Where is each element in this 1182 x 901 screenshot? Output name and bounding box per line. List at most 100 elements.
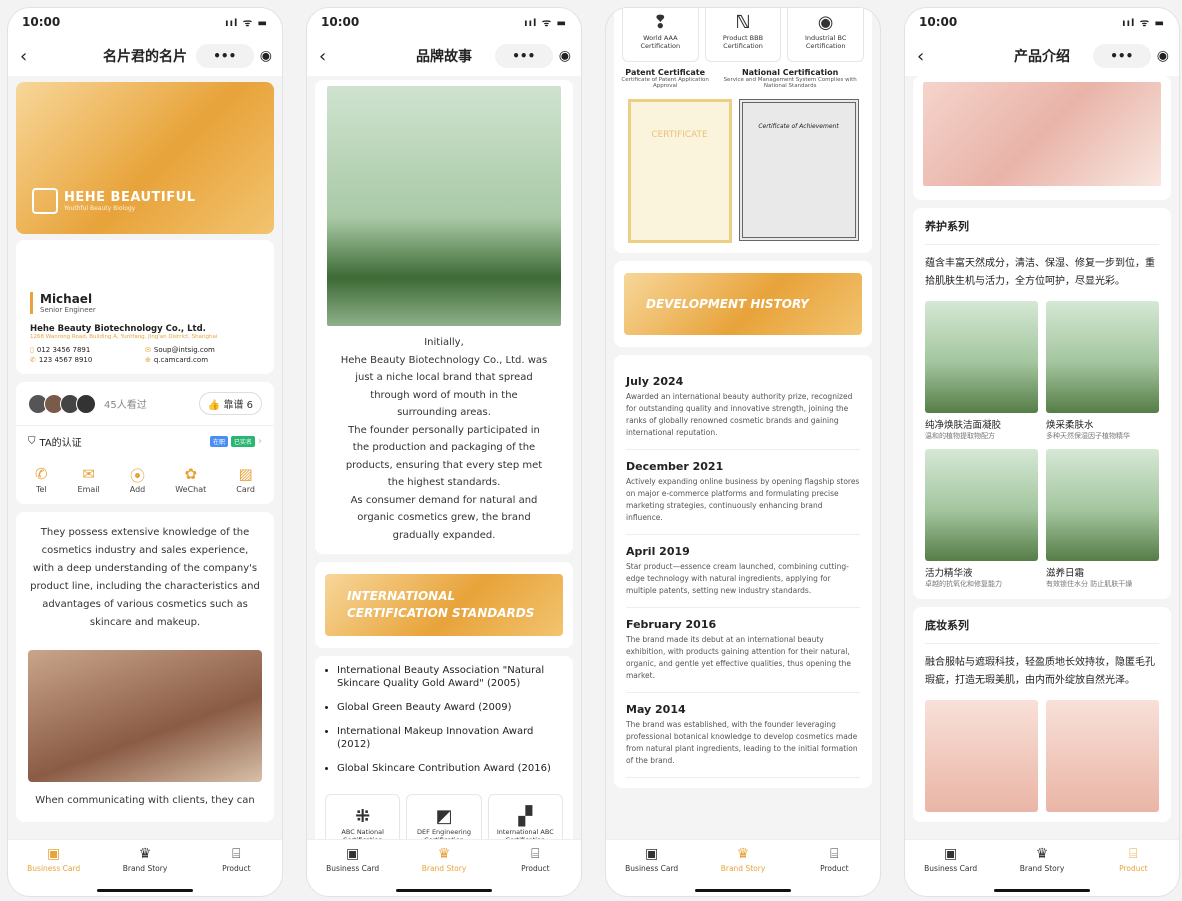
- website[interactable]: ⊕ q.camcard.com: [145, 356, 260, 364]
- back-icon[interactable]: ‹: [917, 46, 924, 67]
- company-address: 1268 Wanrong Road, Building A, Yuntfang,…: [30, 334, 218, 340]
- tab-business-card[interactable]: ▣ Business Card: [8, 840, 99, 896]
- person-name: Michael: [40, 292, 93, 306]
- product-image: [1046, 301, 1159, 413]
- tab-business-card[interactable]: ▣ Business Card: [606, 840, 697, 896]
- history-entry: February 2016 The brand made its debut at…: [626, 608, 860, 693]
- capsule-menu[interactable]: •••: [195, 44, 254, 68]
- history-entry: July 2024 Awarded an international beauty…: [626, 365, 860, 450]
- more-icon[interactable]: •••: [213, 49, 236, 63]
- status-time: 10:00: [22, 15, 61, 29]
- phone-icon: ✆: [30, 356, 36, 364]
- phone-brand-story-scrolled: ❢ World AAA Certification ℕ Product BBB Cer…: [606, 8, 880, 896]
- product-item[interactable]: 纯净焕肤洁面凝胶 温和的植物提取物配方: [925, 301, 1038, 441]
- story-image: [327, 86, 561, 326]
- like-button[interactable]: 👍 靠谱 6: [198, 392, 262, 415]
- certification-name: World AAA Certification: [640, 34, 681, 50]
- tab-bar: ▣ Business Card ♛ Brand Story ⌸ Product: [905, 839, 1179, 896]
- card-icon: ▣: [645, 846, 659, 862]
- email[interactable]: ✉ Soup@intsig.com: [145, 346, 260, 354]
- close-icon[interactable]: ◉: [559, 48, 571, 64]
- employed-badge: 在职: [209, 436, 228, 447]
- tab-business-card[interactable]: ▣ Business Card: [905, 840, 996, 896]
- product-image[interactable]: [925, 700, 1038, 812]
- close-icon[interactable]: ◉: [1157, 48, 1169, 64]
- history-entry: April 2019 Star product—essence cream lau…: [626, 535, 860, 608]
- back-icon[interactable]: ‹: [319, 46, 326, 67]
- national-certificate-image[interactable]: Certificate of Achievement: [738, 99, 859, 241]
- phone-2[interactable]: ✆ 123 4567 8910: [30, 356, 145, 364]
- phone-product: 10:00 ııl ᯤ ▬ ‹ 产品介绍 ••• ◉ 养护系列 蕴含丰富天然成分，清…: [905, 8, 1179, 896]
- action-label: Card: [236, 485, 255, 494]
- award-item: Global Skincare Contribution Award (2016…: [337, 762, 561, 775]
- globe-icon: ⊕: [145, 356, 151, 364]
- tab-product[interactable]: ⌸ Product: [789, 840, 880, 896]
- person-title: Senior Engineer: [40, 306, 96, 314]
- product-item[interactable]: 焕采柔肤水 多种天然保湿因子植物精华: [1046, 301, 1159, 441]
- award-item: International Beauty Association "Natura…: [337, 664, 561, 690]
- certification-row[interactable]: ⛉ TA的认证 在职 已实名 ›: [16, 425, 274, 457]
- certification-tile[interactable]: ◉ Industrial BC Certification: [787, 8, 864, 62]
- mail-icon: ✉: [145, 346, 151, 354]
- navbar: ‹ 名片君的名片 ••• ◉: [8, 36, 282, 76]
- story-text: Initially, Hehe Beauty Biotechnology Co.…: [340, 337, 548, 541]
- certification-icon: ℕ: [735, 12, 751, 33]
- wechat-icon: ✿: [184, 465, 198, 483]
- action-label: Tel: [35, 485, 47, 494]
- capsule-menu[interactable]: •••: [1092, 44, 1151, 68]
- tab-brand-story[interactable]: ♛ Brand Story: [697, 840, 788, 896]
- tab-business-card[interactable]: ▣ Business Card: [307, 840, 398, 896]
- crown-icon: ♛: [437, 846, 451, 862]
- product-image[interactable]: [1046, 700, 1159, 812]
- tab-brand-story[interactable]: ♛ Brand Story: [996, 840, 1087, 896]
- tab-brand-story[interactable]: ♛ Brand Story: [99, 840, 190, 896]
- phone-1[interactable]: ▯ 012 3456 7891: [30, 346, 145, 354]
- patent-subtitle: Certificate of Patent Application Approv…: [621, 77, 709, 89]
- certification-tile[interactable]: ❢ World AAA Certification: [622, 8, 699, 62]
- history-banner-card: DEVELOPMENT HISTORY: [614, 261, 872, 347]
- brand-name: HEHE BEAUTIFUL: [64, 190, 196, 205]
- description-card: They possess extensive knowledge of the …: [16, 512, 274, 822]
- verified-badge: 已实名: [230, 436, 255, 447]
- action-add[interactable]: ⦿ Add: [130, 465, 146, 494]
- tab-product[interactable]: ⌸ Product: [490, 840, 581, 896]
- certification-tile[interactable]: ℕ Product BBB Certification: [704, 8, 782, 62]
- more-icon[interactable]: •••: [512, 49, 535, 63]
- action-email[interactable]: ✉ Email: [78, 465, 100, 494]
- history-ribbon: DEVELOPMENT HISTORY: [624, 273, 862, 335]
- patent-certificate-image[interactable]: CERTIFICATE: [627, 99, 732, 243]
- product-item[interactable]: 活力精华液 卓越的抗氧化和修复能力: [925, 449, 1038, 589]
- tab-product[interactable]: ⌸ Product: [1088, 840, 1179, 896]
- status-bar: 10:00 ııl ᯤ ▬: [905, 8, 1179, 36]
- card-icon: ▣: [47, 846, 61, 862]
- product-icon: ⌸: [531, 846, 540, 862]
- tab-bar: ▣ Business Card ♛ Brand Story ⌸ Product: [606, 839, 880, 896]
- card-icon: ▣: [944, 846, 958, 862]
- close-icon[interactable]: ◉: [260, 48, 272, 64]
- more-icon[interactable]: •••: [1110, 49, 1133, 63]
- company-name: Hehe Beauty Biotechnology Co., Ltd.: [30, 324, 206, 334]
- phone-business-card: 10:00 ııl ᯤ ▬ ‹ 名片君的名片 ••• ◉ HEHE BEAUTIFU…: [8, 8, 282, 896]
- action-tel[interactable]: ✆ Tel: [35, 465, 48, 494]
- certification-tile[interactable]: ▞ International ABC Certification: [487, 794, 563, 840]
- certification-tile[interactable]: ◩ DEF Engineering Certification: [406, 794, 482, 840]
- action-wechat[interactable]: ✿ WeChat: [175, 465, 206, 494]
- home-indicator: [97, 889, 193, 892]
- tab-product[interactable]: ⌸ Product: [191, 840, 282, 896]
- shield-icon: ⛉: [28, 436, 36, 447]
- home-indicator: [994, 889, 1090, 892]
- certification-icon: ❢: [652, 12, 668, 33]
- back-icon[interactable]: ‹: [20, 46, 27, 67]
- product-item[interactable]: 滋养日霜 有效锁住水分 防止肌肤干燥: [1046, 449, 1159, 589]
- add-icon: ⦿: [129, 467, 145, 485]
- tab-brand-story[interactable]: ♛ Brand Story: [398, 840, 489, 896]
- history-entry: May 2014 The brand was established, with …: [626, 693, 860, 778]
- action-card[interactable]: ▨ Card: [236, 465, 255, 494]
- card-icon: ▣: [346, 846, 360, 862]
- action-label: Add: [129, 485, 146, 494]
- card-icon: ▨: [238, 465, 253, 483]
- history-date: February 2016: [626, 618, 717, 631]
- certification-tile[interactable]: ⁜ ABC National Certification: [325, 794, 401, 840]
- product-icon: ⌸: [1129, 846, 1138, 862]
- capsule-menu[interactable]: •••: [494, 44, 553, 68]
